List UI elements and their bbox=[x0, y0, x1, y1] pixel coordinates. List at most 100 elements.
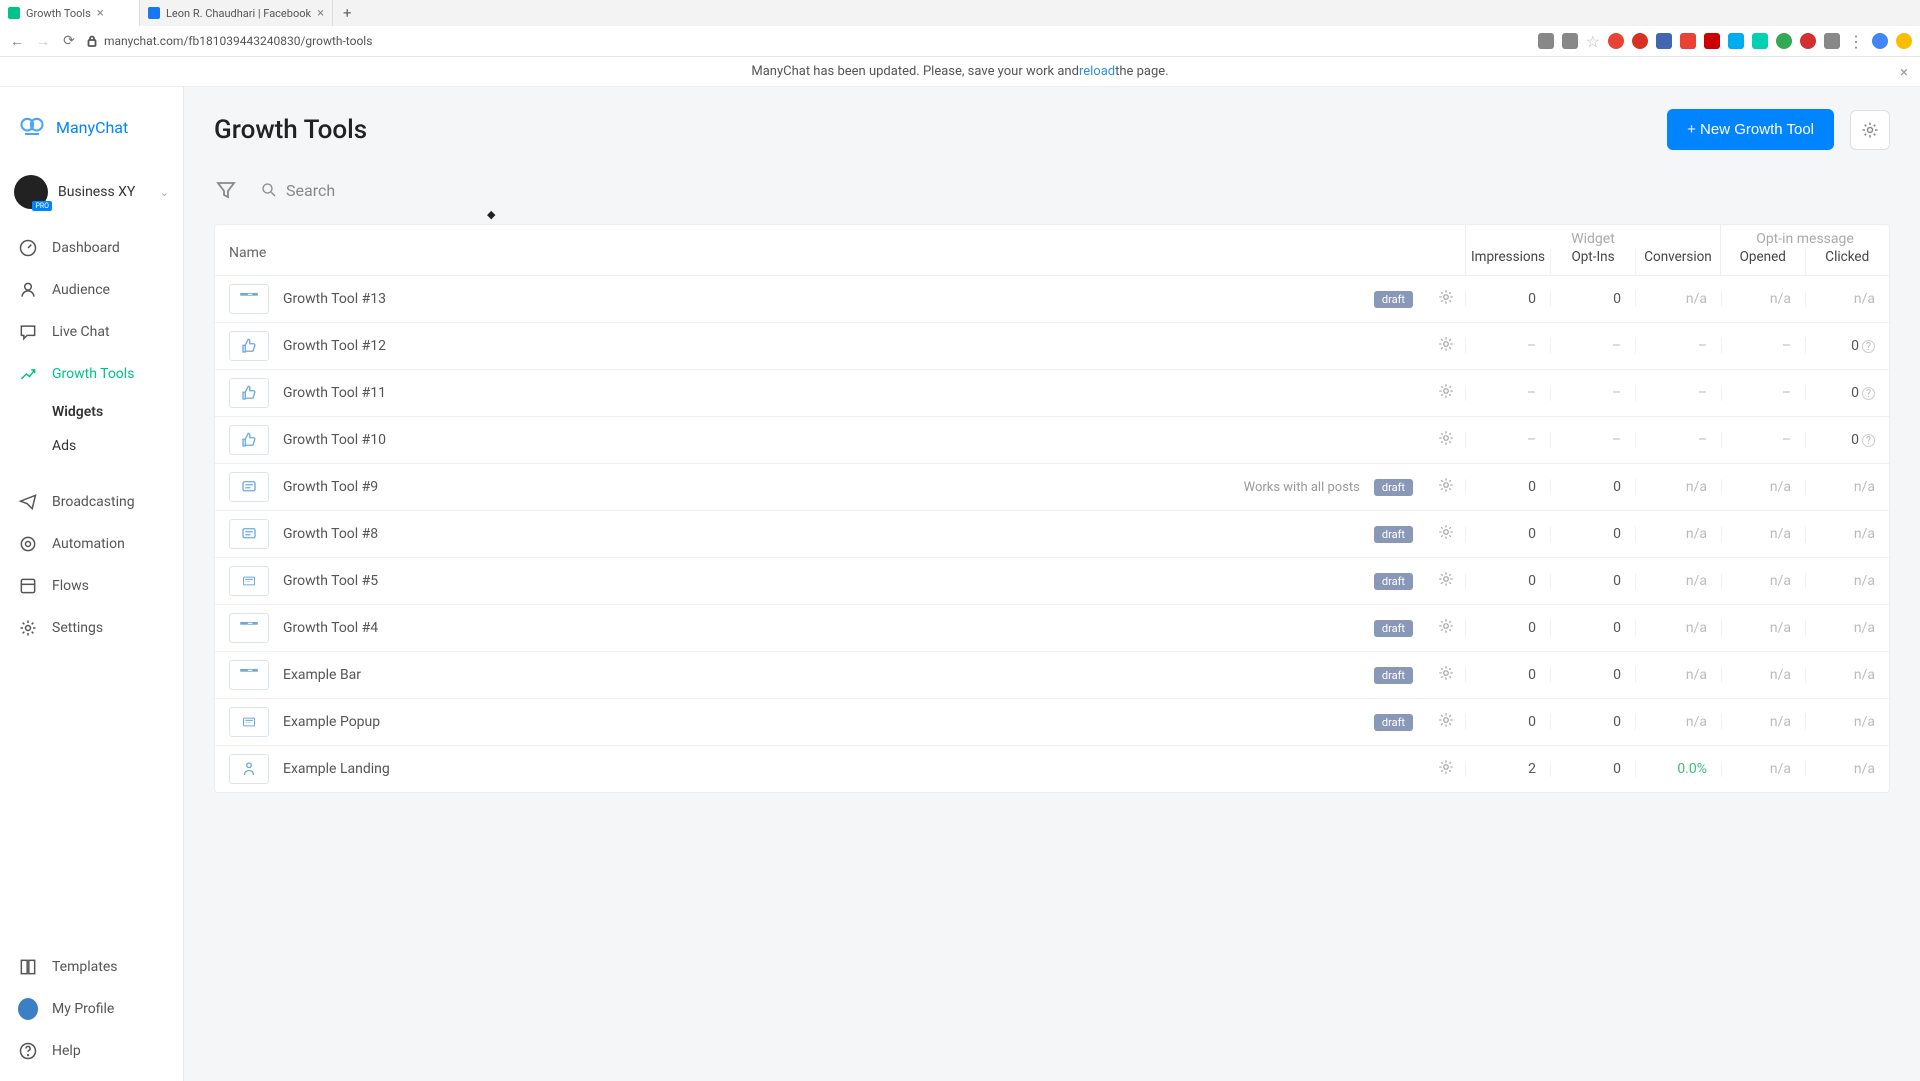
reload-button[interactable]: ⟳ bbox=[60, 33, 78, 49]
cell-optins: 0 bbox=[1550, 573, 1635, 589]
table-row[interactable]: Growth Tool #13 draft 0 0 n/a n/a n/a bbox=[215, 276, 1889, 323]
sidebar-item-settings[interactable]: Settings bbox=[0, 607, 183, 649]
account-avatar-icon bbox=[14, 175, 48, 209]
extension-icon[interactable] bbox=[1728, 33, 1744, 49]
status-badge: draft bbox=[1374, 291, 1413, 308]
row-settings-button[interactable] bbox=[1427, 758, 1465, 780]
extension-icon[interactable] bbox=[1632, 33, 1648, 49]
cell-conversion: n/a bbox=[1635, 526, 1721, 542]
table-row[interactable]: Growth Tool #5 draft 0 0 n/a n/a n/a bbox=[215, 558, 1889, 605]
table-row[interactable]: Example Landing 2 0 0.0% n/a n/a bbox=[215, 746, 1889, 792]
close-tab-icon[interactable]: × bbox=[317, 6, 324, 21]
cell-optins: 0 bbox=[1550, 714, 1635, 730]
column-header-impressions[interactable]: Impressions bbox=[1466, 249, 1550, 275]
extension-icon[interactable] bbox=[1656, 33, 1672, 49]
chat-icon bbox=[18, 322, 38, 342]
table-row[interactable]: Growth Tool #4 draft 0 0 n/a n/a n/a bbox=[215, 605, 1889, 652]
sidebar-item-myprofile[interactable]: My Profile bbox=[0, 988, 183, 1030]
cell-conversion: – bbox=[1635, 385, 1721, 401]
menu-icon[interactable]: ⋮ bbox=[1848, 32, 1864, 51]
tool-name: Growth Tool #5 bbox=[283, 573, 378, 589]
browser-tab[interactable]: Leon R. Chaudhari | Facebook × bbox=[140, 0, 333, 26]
sidebar-sub-widgets[interactable]: Widgets bbox=[0, 395, 183, 429]
sidebar-item-label: Dashboard bbox=[52, 240, 120, 256]
tool-type-icon bbox=[229, 378, 269, 408]
cell-clicked: n/a bbox=[1805, 667, 1889, 683]
sidebar-item-label: Ads bbox=[52, 438, 76, 454]
extension-icon[interactable] bbox=[1538, 33, 1554, 49]
column-header-conversion[interactable]: Conversion bbox=[1635, 249, 1720, 275]
star-icon[interactable]: ☆ bbox=[1586, 32, 1600, 51]
row-settings-button[interactable] bbox=[1427, 570, 1465, 592]
reload-link[interactable]: reload bbox=[1079, 64, 1115, 79]
extension-icon[interactable] bbox=[1680, 33, 1696, 49]
row-settings-button[interactable] bbox=[1427, 711, 1465, 733]
table-row[interactable]: Example Popup draft 0 0 n/a n/a n/a bbox=[215, 699, 1889, 746]
row-settings-button[interactable] bbox=[1427, 382, 1465, 404]
search-input[interactable]: Search bbox=[260, 181, 335, 200]
row-settings-button[interactable] bbox=[1427, 476, 1465, 498]
extension-icon[interactable] bbox=[1752, 33, 1768, 49]
extension-icon[interactable] bbox=[1608, 33, 1624, 49]
sidebar-item-templates[interactable]: Templates bbox=[0, 946, 183, 988]
info-icon[interactable]: ? bbox=[1862, 434, 1875, 447]
table-row[interactable]: Growth Tool #10 – – – – 0? bbox=[215, 417, 1889, 464]
sidebar-item-growthtools[interactable]: Growth Tools bbox=[0, 353, 183, 395]
cell-conversion: n/a bbox=[1635, 714, 1721, 730]
page-settings-button[interactable] bbox=[1850, 110, 1890, 150]
new-tab-button[interactable]: + bbox=[333, 4, 362, 22]
table-row[interactable]: Growth Tool #8 draft 0 0 n/a n/a n/a bbox=[215, 511, 1889, 558]
profile-avatar-icon[interactable] bbox=[1872, 33, 1888, 49]
sidebar-item-flows[interactable]: Flows bbox=[0, 565, 183, 607]
sidebar-item-automation[interactable]: Automation bbox=[0, 523, 183, 565]
table-row[interactable]: Growth Tool #11 – – – – 0? bbox=[215, 370, 1889, 417]
tool-type-icon bbox=[229, 331, 269, 361]
sidebar-item-broadcasting[interactable]: Broadcasting bbox=[0, 481, 183, 523]
table-row[interactable]: Growth Tool #9 Works with all posts draf… bbox=[215, 464, 1889, 511]
info-icon[interactable]: ? bbox=[1862, 387, 1875, 400]
close-banner-button[interactable]: × bbox=[1900, 63, 1908, 81]
sidebar-sub-ads[interactable]: Ads bbox=[0, 429, 183, 463]
sidebar-item-label: Audience bbox=[52, 282, 110, 298]
close-tab-icon[interactable]: × bbox=[97, 6, 104, 21]
tool-type-icon bbox=[229, 472, 269, 502]
row-settings-button[interactable] bbox=[1427, 617, 1465, 639]
help-icon bbox=[18, 1041, 38, 1061]
back-button[interactable]: ← bbox=[8, 33, 26, 50]
filter-icon[interactable] bbox=[214, 178, 238, 202]
account-switcher[interactable]: Business XY ⌄ bbox=[0, 165, 183, 227]
column-header-optins[interactable]: Opt-Ins bbox=[1550, 249, 1635, 275]
new-growth-tool-button[interactable]: + New Growth Tool bbox=[1667, 109, 1834, 150]
row-settings-button[interactable] bbox=[1427, 523, 1465, 545]
info-icon[interactable]: ? bbox=[1862, 340, 1875, 353]
extension-icon[interactable] bbox=[1896, 33, 1912, 49]
cell-impressions: 0 bbox=[1465, 714, 1550, 730]
sidebar-item-audience[interactable]: Audience bbox=[0, 269, 183, 311]
table-row[interactable]: Growth Tool #12 – – – – 0? bbox=[215, 323, 1889, 370]
tab-title: Growth Tools bbox=[26, 7, 91, 20]
row-settings-button[interactable] bbox=[1427, 664, 1465, 686]
cell-optins: 0 bbox=[1550, 620, 1635, 636]
address-bar: ← → ⟳ manychat.com/fb181039443240830/gro… bbox=[0, 26, 1920, 56]
extension-icon[interactable] bbox=[1824, 33, 1840, 49]
row-settings-button[interactable] bbox=[1427, 335, 1465, 357]
sidebar-item-livechat[interactable]: Live Chat bbox=[0, 311, 183, 353]
extension-icon[interactable] bbox=[1562, 33, 1578, 49]
forward-button[interactable]: → bbox=[34, 33, 52, 50]
extension-icon[interactable] bbox=[1704, 33, 1720, 49]
extension-icon[interactable] bbox=[1776, 33, 1792, 49]
column-header-opened[interactable]: Opened bbox=[1721, 249, 1805, 275]
extension-icons: ☆ ⋮ bbox=[1538, 32, 1912, 51]
column-header-clicked[interactable]: Clicked bbox=[1805, 249, 1890, 275]
brand-logo[interactable]: ManyChat bbox=[0, 107, 183, 165]
url-field[interactable]: manychat.com/fb181039443240830/growth-to… bbox=[86, 34, 1530, 48]
sidebar-item-help[interactable]: Help bbox=[0, 1030, 183, 1081]
cell-impressions: 0 bbox=[1465, 667, 1550, 683]
row-settings-button[interactable] bbox=[1427, 288, 1465, 310]
row-settings-button[interactable] bbox=[1427, 429, 1465, 451]
tool-type-icon bbox=[229, 519, 269, 549]
sidebar-item-dashboard[interactable]: Dashboard bbox=[0, 227, 183, 269]
browser-tab[interactable]: Growth Tools × bbox=[0, 0, 140, 26]
table-row[interactable]: Example Bar draft 0 0 n/a n/a n/a bbox=[215, 652, 1889, 699]
extension-icon[interactable] bbox=[1800, 33, 1816, 49]
